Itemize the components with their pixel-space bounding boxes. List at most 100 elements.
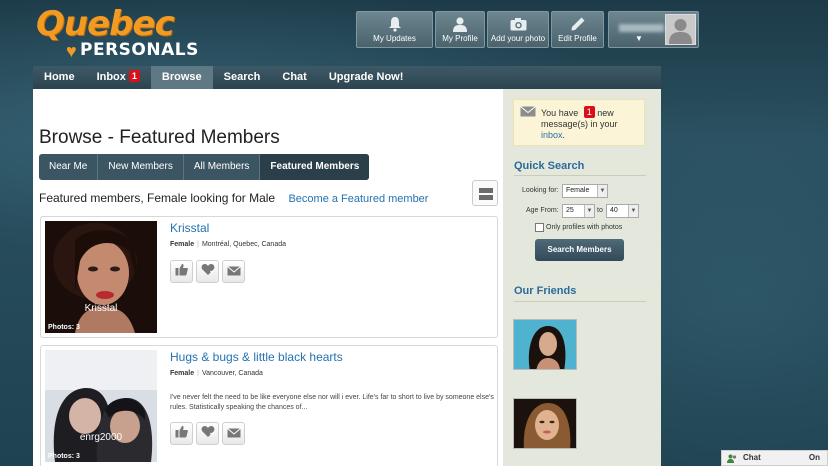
member-photo-name: enrg2000: [79, 432, 123, 443]
photo-count: Photos: 3: [48, 453, 80, 460]
chevron-down-icon: ▼: [628, 205, 638, 217]
member-photo[interactable]: enrg2000 Photos: 3: [45, 350, 157, 462]
chevron-down-icon: ▼: [597, 185, 607, 197]
friend-photo[interactable]: [513, 398, 577, 449]
avatar: [665, 14, 696, 45]
caret-down-icon: ▼: [635, 34, 643, 43]
heart-plus-icon: [201, 425, 215, 443]
page-title: Browse - Featured Members: [39, 127, 280, 148]
age-from-value: 25: [566, 207, 574, 214]
chat-users-icon: [727, 454, 737, 463]
tab-all-members[interactable]: All Members: [184, 154, 261, 180]
logo-personals: PERSONALS: [80, 40, 199, 60]
chevron-down-icon: ▼: [584, 205, 594, 217]
new-message-notice: You have 1 new message(s) in your inbox.: [513, 99, 645, 146]
search-members-button[interactable]: Search Members: [535, 239, 624, 261]
my-updates-button[interactable]: My Updates: [356, 11, 433, 48]
meta-divider: |: [197, 370, 199, 377]
member-meta: Female | Montréal, Quebec, Canada: [170, 241, 286, 248]
chat-status-bar[interactable]: Chat On: [721, 450, 828, 466]
looking-for-label: Looking for:: [522, 187, 559, 194]
site-logo[interactable]: Quebec ♥ PERSONALS: [36, 4, 198, 61]
message-button[interactable]: [222, 422, 245, 445]
looking-for-select[interactable]: Female ▼: [562, 184, 608, 198]
nav-inbox[interactable]: Inbox 1: [86, 66, 151, 89]
inbox-count-badge: 1: [128, 70, 140, 82]
chat-label: Chat: [743, 453, 761, 462]
list-view-icon-bar: [479, 195, 493, 200]
thumbs-up-icon: [175, 425, 188, 443]
member-card: enrg2000 Photos: 3 Hugs & bugs & little …: [40, 345, 498, 466]
message-button[interactable]: [222, 260, 245, 283]
member-actions: [170, 260, 245, 283]
tab-featured-members[interactable]: Featured Members: [260, 154, 370, 180]
list-view-icon: [479, 188, 493, 193]
nav-browse[interactable]: Browse: [150, 66, 213, 89]
pencil-icon: [552, 15, 603, 33]
member-card: Krisstal Photos: 3 Krisstal Female | Montr…: [40, 216, 498, 338]
message-post: .: [562, 130, 566, 140]
photo-count: Photos: 3: [48, 324, 80, 331]
photos-only-checkbox[interactable]: [535, 223, 544, 232]
inbox-link[interactable]: inbox: [541, 130, 563, 140]
member-name[interactable]: Hugs & bugs & little black hearts: [170, 350, 343, 364]
nav-home[interactable]: Home: [33, 66, 86, 89]
message-text: You have 1 new message(s) in your inbox.: [541, 106, 641, 141]
favorite-button[interactable]: [196, 260, 219, 283]
username-blurred: [619, 24, 664, 32]
member-gender: Female: [170, 241, 195, 248]
results-subheading: Featured members, Female looking for Mal…: [39, 191, 428, 205]
member-description: I've never felt the need to be like ever…: [170, 394, 494, 411]
nav-upgrade[interactable]: Upgrade Now!: [318, 66, 415, 89]
quick-search-heading: Quick Search: [514, 160, 585, 172]
subheading-text: Featured members, Female looking for Mal…: [39, 191, 276, 205]
member-photo[interactable]: Krisstal Photos: 3: [45, 221, 157, 333]
bell-icon: [357, 15, 432, 33]
friend-photo[interactable]: [513, 319, 577, 370]
list-view-toggle[interactable]: [472, 180, 498, 206]
sidebar: You have 1 new message(s) in your inbox.…: [503, 89, 661, 466]
age-from-select[interactable]: 25 ▼: [562, 204, 595, 218]
chat-state: On: [808, 453, 820, 462]
age-to-value: 40: [610, 207, 618, 214]
member-meta: Female | Vancouver, Canada: [170, 370, 263, 377]
our-friends-heading: Our Friends: [514, 285, 577, 297]
member-gender: Female: [170, 370, 195, 377]
like-button[interactable]: [170, 260, 193, 283]
divider: [514, 301, 646, 302]
looking-for-value: Female: [566, 187, 590, 194]
heart-icon: ♥: [66, 41, 77, 61]
meta-divider: |: [197, 241, 199, 248]
become-featured-link[interactable]: Become a Featured member: [288, 193, 428, 205]
tab-near-me[interactable]: Near Me: [39, 154, 99, 180]
photos-only-label: Only profiles with photos: [546, 224, 623, 231]
main-content: Browse - Featured Members Near Me New Me…: [33, 89, 503, 466]
tab-new-members[interactable]: New Members: [98, 154, 184, 180]
age-to-label: to: [597, 207, 603, 214]
edit-profile-button[interactable]: Edit Profile: [551, 11, 604, 48]
age-to-select[interactable]: 40 ▼: [606, 204, 639, 218]
envelope-icon: [226, 425, 241, 443]
top-action-buttons: My Updates My Profile Add your photo Edi…: [356, 11, 699, 48]
nav-search[interactable]: Search: [213, 66, 272, 89]
user-menu[interactable]: ▼: [608, 11, 699, 48]
edit-profile-label: Edit Profile: [558, 34, 597, 43]
member-actions: [170, 422, 245, 445]
add-photo-button[interactable]: Add your photo: [487, 11, 549, 48]
divider: [514, 175, 646, 176]
camera-icon: [488, 15, 548, 33]
message-pre: You have: [541, 108, 579, 118]
thumbs-up-icon: [175, 263, 188, 281]
my-updates-label: My Updates: [373, 34, 416, 43]
member-location: Vancouver, Canada: [201, 370, 263, 377]
heart-plus-icon: [201, 263, 215, 281]
envelope-icon: [226, 263, 241, 281]
nav-inbox-label: Inbox: [96, 71, 126, 83]
nav-chat[interactable]: Chat: [271, 66, 317, 89]
like-button[interactable]: [170, 422, 193, 445]
age-from-label: Age From:: [526, 207, 559, 214]
member-location: Montréal, Quebec, Canada: [201, 241, 287, 248]
member-name[interactable]: Krisstal: [170, 221, 209, 235]
favorite-button[interactable]: [196, 422, 219, 445]
my-profile-button[interactable]: My Profile: [435, 11, 485, 48]
